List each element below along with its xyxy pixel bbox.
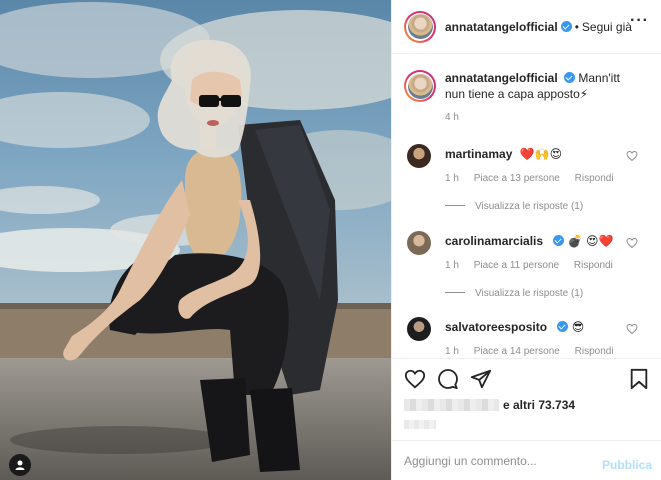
- post-caption: annatatangelofficial Mann'itt nun tiene …: [392, 55, 661, 126]
- add-comment-bar: Pubblica: [392, 440, 661, 480]
- tagged-users-icon[interactable]: [9, 454, 31, 476]
- commenter-avatar[interactable]: [407, 231, 431, 255]
- comment-text: 💣 😍❤️: [567, 234, 614, 248]
- caption-username[interactable]: annatatangelofficial: [445, 71, 558, 85]
- author-username[interactable]: annatatangelofficial: [445, 20, 558, 34]
- comment-likes[interactable]: Piace a 13 persone: [474, 173, 560, 184]
- verified-badge-icon: [557, 321, 569, 332]
- reply-button[interactable]: Rispondi: [575, 173, 614, 184]
- bookmark-icon[interactable]: [628, 368, 650, 390]
- comment-meta: 1 h Piace a 13 persone Rispondi: [445, 173, 626, 184]
- comment-time[interactable]: 1 h: [445, 173, 459, 184]
- comment-username[interactable]: carolinamarcialis: [445, 234, 543, 248]
- comment-likes[interactable]: Piace a 11 persone: [474, 260, 559, 271]
- blurred-liker-names: [404, 399, 499, 411]
- verified-badge-icon: [553, 235, 565, 246]
- comment-username[interactable]: salvatoreesposito: [445, 320, 547, 334]
- likes-count-text: e altri 73.734: [503, 398, 576, 412]
- comment-like-heart-icon[interactable]: [626, 237, 638, 249]
- caption-time[interactable]: 4 h: [445, 110, 635, 126]
- follow-status-button[interactable]: Segui già: [582, 20, 632, 34]
- verified-badge-icon: [560, 21, 572, 32]
- comment-input[interactable]: [404, 453, 584, 469]
- post-header: annatatangelofficial • Segui già ···: [392, 0, 661, 54]
- comment-icon[interactable]: [437, 368, 459, 390]
- commenter-avatar[interactable]: [407, 144, 431, 168]
- author-avatar[interactable]: [404, 10, 436, 43]
- verified-badge-icon: [564, 72, 576, 83]
- commenter-avatar[interactable]: [407, 317, 431, 341]
- share-icon[interactable]: [470, 368, 492, 390]
- reply-button[interactable]: Rispondi: [574, 260, 613, 271]
- comment-meta: 1 h Piace a 11 persone Rispondi: [445, 260, 625, 271]
- view-replies-button[interactable]: Visualizza le risposte (1): [445, 201, 583, 212]
- post-date-blurred: [404, 420, 436, 429]
- reply-button[interactable]: Rispondi: [575, 346, 614, 357]
- comment-time[interactable]: 1 h: [445, 346, 459, 357]
- comment-likes[interactable]: Piace a 14 persone: [474, 346, 560, 357]
- header-separator: •: [574, 19, 579, 34]
- comment-text: ❤️🙌😍: [519, 147, 563, 161]
- comments-list[interactable]: annatatangelofficial Mann'itt nun tiene …: [392, 55, 661, 358]
- likes-summary[interactable]: e altri 73.734: [404, 398, 575, 412]
- post-photo[interactable]: [0, 0, 391, 480]
- heart-icon[interactable]: [404, 368, 426, 390]
- comment-like-heart-icon[interactable]: [626, 150, 638, 162]
- view-replies-button[interactable]: Visualizza le risposte (1): [445, 288, 583, 299]
- more-horizontal-icon[interactable]: ···: [630, 12, 649, 30]
- comment-username[interactable]: martinamay: [445, 147, 512, 161]
- post-actions-bar: [392, 358, 661, 398]
- publish-button[interactable]: Pubblica: [602, 458, 652, 472]
- comment-like-heart-icon[interactable]: [626, 323, 638, 335]
- post-image: [0, 0, 391, 480]
- comment-text: 😎: [571, 320, 585, 334]
- caption-avatar[interactable]: [404, 70, 436, 102]
- comment-meta: 1 h Piace a 14 persone Rispondi: [445, 346, 626, 357]
- post-details-panel: annatatangelofficial • Segui già ··· ann…: [391, 0, 661, 480]
- comment-time[interactable]: 1 h: [445, 260, 459, 271]
